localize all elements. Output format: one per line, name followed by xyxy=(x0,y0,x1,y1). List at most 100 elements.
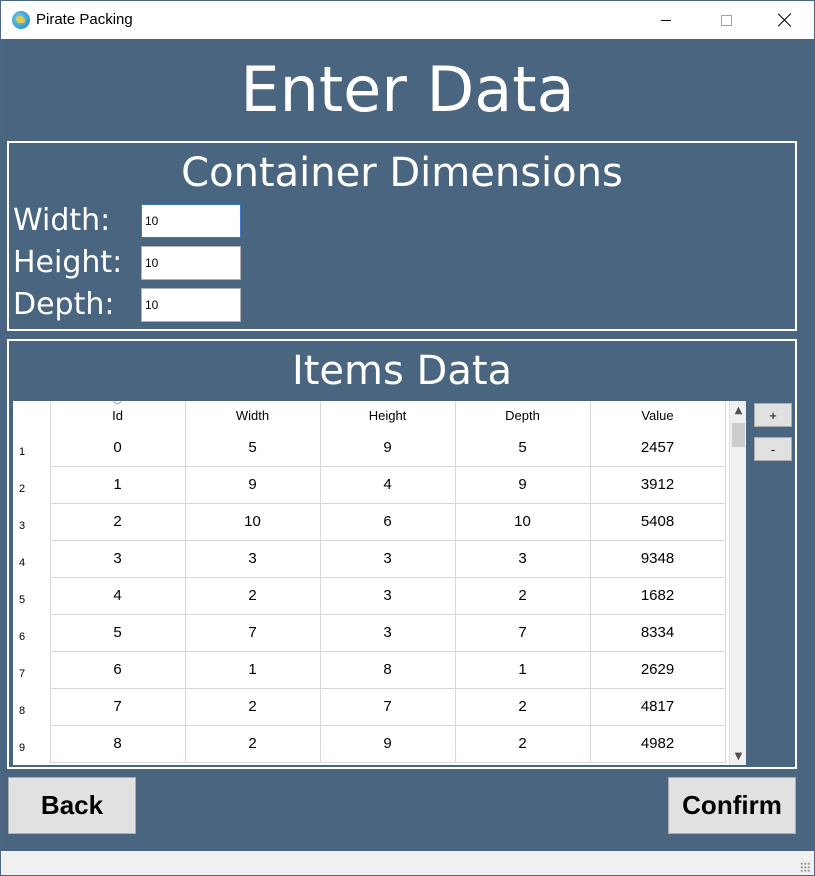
row-number[interactable]: 8 xyxy=(13,688,51,725)
depth-label: Depth: xyxy=(13,287,115,322)
cell-value[interactable]: 4982 xyxy=(590,725,726,763)
cell-id[interactable]: 3 xyxy=(50,540,186,578)
cell-id[interactable]: 7 xyxy=(50,688,186,726)
cell-depth[interactable]: 3 xyxy=(455,540,591,578)
cell-id[interactable]: 2 xyxy=(50,503,186,541)
table-scrollbar[interactable]: ▲ ▼ xyxy=(729,401,746,765)
window-title: Pirate Packing xyxy=(36,11,133,28)
cell-height[interactable]: 9 xyxy=(320,725,456,763)
column-header-depth[interactable]: Depth xyxy=(455,401,591,429)
table-row[interactable]: 4 3 3 3 3 9348 xyxy=(13,540,726,578)
column-header-value[interactable]: Value xyxy=(590,401,726,429)
title-bar[interactable]: Pirate Packing xyxy=(1,1,814,39)
cell-width[interactable]: 2 xyxy=(185,725,321,763)
cell-value[interactable]: 5408 xyxy=(590,503,726,541)
back-button[interactable]: Back xyxy=(8,777,136,834)
table-row[interactable]: 1 0 5 9 5 2457 xyxy=(13,429,726,467)
corner-header[interactable] xyxy=(13,401,51,429)
cell-depth[interactable]: 2 xyxy=(455,688,591,726)
scroll-up-icon[interactable]: ▲ xyxy=(730,401,746,419)
cell-id[interactable]: 4 xyxy=(50,577,186,615)
cell-depth[interactable]: 9 xyxy=(455,466,591,504)
cell-depth[interactable]: 2 xyxy=(455,725,591,763)
cell-depth[interactable]: 1 xyxy=(455,651,591,689)
cell-depth[interactable]: 2 xyxy=(455,577,591,615)
height-label: Height: xyxy=(13,245,123,280)
table-row[interactable]: 2 1 9 4 9 3912 xyxy=(13,466,726,504)
cell-id[interactable]: 8 xyxy=(50,725,186,763)
cell-width[interactable]: 1 xyxy=(185,651,321,689)
items-table[interactable]: ﹀ Id Width Height Depth Value 1 0 5 9 5 2457 2 1… xyxy=(13,401,746,765)
remove-row-button[interactable]: - xyxy=(754,437,792,461)
table-row[interactable]: 5 4 2 3 2 1682 xyxy=(13,577,726,615)
row-number[interactable]: 6 xyxy=(13,614,51,651)
main-panel: Enter Data Container Dimensions Width: H… xyxy=(1,39,814,851)
cell-depth[interactable]: 7 xyxy=(455,614,591,652)
table-row[interactable]: 9 8 2 9 2 4982 xyxy=(13,725,726,763)
status-bar xyxy=(1,851,814,875)
cell-value[interactable]: 3912 xyxy=(590,466,726,504)
column-header-id[interactable]: ﹀ Id xyxy=(50,401,186,429)
cell-height[interactable]: 3 xyxy=(320,614,456,652)
app-window: Pirate Packing Enter Data Container Dime… xyxy=(0,0,815,876)
close-button[interactable] xyxy=(756,1,814,39)
cell-value[interactable]: 9348 xyxy=(590,540,726,578)
height-input[interactable] xyxy=(141,246,241,280)
cell-height[interactable]: 9 xyxy=(320,429,456,467)
cell-id[interactable]: 6 xyxy=(50,651,186,689)
table-row[interactable]: 3 2 10 6 10 5408 xyxy=(13,503,726,541)
width-input[interactable] xyxy=(141,204,241,238)
cell-height[interactable]: 3 xyxy=(320,577,456,615)
items-data-group: Items Data ﹀Id Width Height Depth Value xyxy=(7,339,797,769)
table-row[interactable]: 8 7 2 7 2 4817 xyxy=(13,688,726,726)
table-header: ﹀ Id Width Height Depth Value xyxy=(13,401,726,429)
add-row-button[interactable]: + xyxy=(754,403,792,427)
cell-depth[interactable]: 10 xyxy=(455,503,591,541)
cell-value[interactable]: 1682 xyxy=(590,577,726,615)
cell-height[interactable]: 4 xyxy=(320,466,456,504)
cell-height[interactable]: 8 xyxy=(320,651,456,689)
items-data-title: Items Data xyxy=(291,348,513,394)
cell-id[interactable]: 5 xyxy=(50,614,186,652)
close-icon xyxy=(778,13,792,27)
column-header-width[interactable]: Width xyxy=(185,401,321,429)
row-number[interactable]: 2 xyxy=(13,466,51,503)
minimize-button[interactable] xyxy=(637,1,695,39)
cell-id[interactable]: 1 xyxy=(50,466,186,504)
container-dimensions-title: Container Dimensions xyxy=(181,150,623,196)
resize-grip-icon[interactable] xyxy=(800,862,810,872)
cell-value[interactable]: 4817 xyxy=(590,688,726,726)
cell-value[interactable]: 8334 xyxy=(590,614,726,652)
cell-height[interactable]: 6 xyxy=(320,503,456,541)
cell-width[interactable]: 3 xyxy=(185,540,321,578)
row-number[interactable]: 7 xyxy=(13,651,51,688)
width-label: Width: xyxy=(13,203,111,238)
row-number[interactable]: 5 xyxy=(13,577,51,614)
cell-id[interactable]: 0 xyxy=(50,429,186,467)
cell-width[interactable]: 2 xyxy=(185,577,321,615)
cell-depth[interactable]: 5 xyxy=(455,429,591,467)
row-number[interactable]: 4 xyxy=(13,540,51,577)
row-number[interactable]: 3 xyxy=(13,503,51,540)
cell-height[interactable]: 7 xyxy=(320,688,456,726)
cell-value[interactable]: 2629 xyxy=(590,651,726,689)
container-dimensions-group: Container Dimensions Width: Height: Dept… xyxy=(7,141,797,331)
column-header-height[interactable]: Height xyxy=(320,401,456,429)
cell-height[interactable]: 3 xyxy=(320,540,456,578)
cell-width[interactable]: 10 xyxy=(185,503,321,541)
row-number[interactable]: 1 xyxy=(13,429,51,466)
scroll-thumb[interactable] xyxy=(732,423,745,447)
maximize-button[interactable] xyxy=(697,1,755,39)
cell-width[interactable]: 5 xyxy=(185,429,321,467)
row-number[interactable]: 9 xyxy=(13,725,51,762)
cell-width[interactable]: 2 xyxy=(185,688,321,726)
table-row[interactable]: 7 6 1 8 1 2629 xyxy=(13,651,726,689)
confirm-button[interactable]: Confirm xyxy=(668,777,796,834)
depth-input[interactable] xyxy=(141,288,241,322)
cell-width[interactable]: 9 xyxy=(185,466,321,504)
table-row[interactable]: 6 5 7 3 7 8334 xyxy=(13,614,726,652)
cell-width[interactable]: 7 xyxy=(185,614,321,652)
cell-value[interactable]: 2457 xyxy=(590,429,726,467)
maximize-icon xyxy=(720,14,732,26)
scroll-down-icon[interactable]: ▼ xyxy=(730,747,746,765)
